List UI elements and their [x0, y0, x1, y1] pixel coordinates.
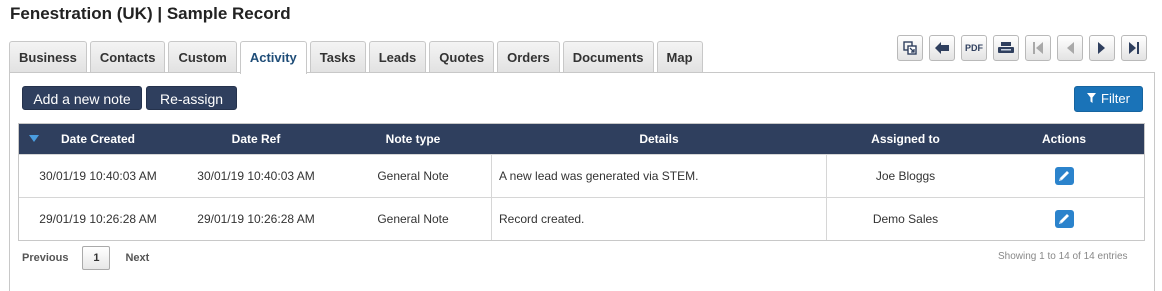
tab-quotes[interactable]: Quotes	[429, 41, 495, 72]
link-record-icon	[903, 41, 917, 55]
tab-activity[interactable]: Activity	[239, 41, 307, 74]
cell-assigned-to: Joe Bloggs	[875, 169, 936, 183]
filter-icon	[1087, 86, 1097, 112]
tab-custom[interactable]: Custom	[168, 41, 237, 72]
tab-contacts[interactable]: Contacts	[89, 41, 166, 72]
last-record-icon	[1128, 41, 1140, 55]
cell-note-type: General Note	[377, 169, 449, 183]
cell-date-ref: 30/01/19 10:40:03 AM	[197, 169, 315, 183]
previous-record-button[interactable]	[1057, 35, 1083, 61]
back-arrow-icon	[934, 41, 950, 55]
back-button[interactable]	[929, 35, 955, 61]
tab-tasks[interactable]: Tasks	[309, 41, 366, 72]
column-header-date-ref[interactable]: Date Ref	[177, 124, 335, 154]
pagination-info: Showing 1 to 14 of 14 entries	[998, 251, 1128, 262]
previous-page-link[interactable]: Previous	[22, 252, 68, 264]
cell-note-type: General Note	[377, 212, 449, 226]
edit-note-button[interactable]	[1054, 209, 1074, 228]
print-icon	[998, 42, 1014, 54]
cell-actions	[984, 198, 1144, 240]
tab-orders[interactable]: Orders	[497, 41, 560, 72]
tab-map[interactable]: Map	[656, 41, 703, 72]
next-record-button[interactable]	[1089, 35, 1115, 61]
column-header-details[interactable]: Details	[491, 124, 827, 154]
column-header-date-created[interactable]: Date Created	[19, 124, 177, 154]
pdf-button[interactable]: PDF	[961, 35, 987, 61]
record-tabs: Business Contacts Custom Activity Tasks …	[9, 41, 706, 74]
add-note-button[interactable]: Add a new note	[22, 86, 142, 110]
pagination: Previous 1 Next	[22, 246, 149, 270]
sort-descending-icon	[29, 135, 39, 142]
pdf-icon: PDF	[965, 43, 983, 53]
column-header-note-type[interactable]: Note type	[335, 124, 491, 154]
notes-table: Date Created Date Ref Note type Details …	[18, 123, 1145, 241]
edit-note-button[interactable]	[1054, 166, 1074, 185]
cell-actions	[984, 155, 1144, 197]
table-row: 29/01/19 10:26:28 AM 29/01/19 10:26:28 A…	[19, 197, 1144, 240]
last-record-button[interactable]	[1121, 35, 1147, 61]
next-page-link[interactable]: Next	[125, 252, 149, 264]
cell-date-ref: 29/01/19 10:26:28 AM	[197, 212, 315, 226]
previous-record-icon	[1065, 41, 1075, 55]
print-button[interactable]	[993, 35, 1019, 61]
first-record-icon	[1032, 41, 1044, 55]
cell-assigned-to: Demo Sales	[872, 212, 939, 226]
table-header: Date Created Date Ref Note type Details …	[19, 124, 1144, 154]
first-record-button[interactable]	[1025, 35, 1051, 61]
page-title: Fenestration (UK) | Sample Record	[10, 4, 291, 23]
tab-business[interactable]: Business	[9, 41, 87, 72]
cell-details: Record created.	[491, 198, 827, 240]
column-header-assigned-to[interactable]: Assigned to	[827, 124, 984, 154]
filter-button[interactable]: Filter	[1074, 86, 1143, 112]
link-record-button[interactable]	[897, 35, 923, 61]
column-header-actions: Actions	[1041, 132, 1086, 146]
cell-date-created: 29/01/19 10:26:28 AM	[39, 212, 157, 226]
record-toolbar: PDF	[891, 35, 1147, 61]
tab-documents[interactable]: Documents	[562, 41, 654, 72]
reassign-button[interactable]: Re-assign	[146, 86, 237, 110]
next-record-icon	[1097, 41, 1107, 55]
page-number-button[interactable]: 1	[82, 246, 111, 270]
table-row: 30/01/19 10:40:03 AM 30/01/19 10:40:03 A…	[19, 154, 1144, 197]
tab-leads[interactable]: Leads	[368, 41, 427, 72]
cell-date-created: 30/01/19 10:40:03 AM	[39, 169, 157, 183]
filter-label: Filter	[1101, 91, 1130, 106]
cell-details: A new lead was generated via STEM.	[491, 155, 827, 197]
